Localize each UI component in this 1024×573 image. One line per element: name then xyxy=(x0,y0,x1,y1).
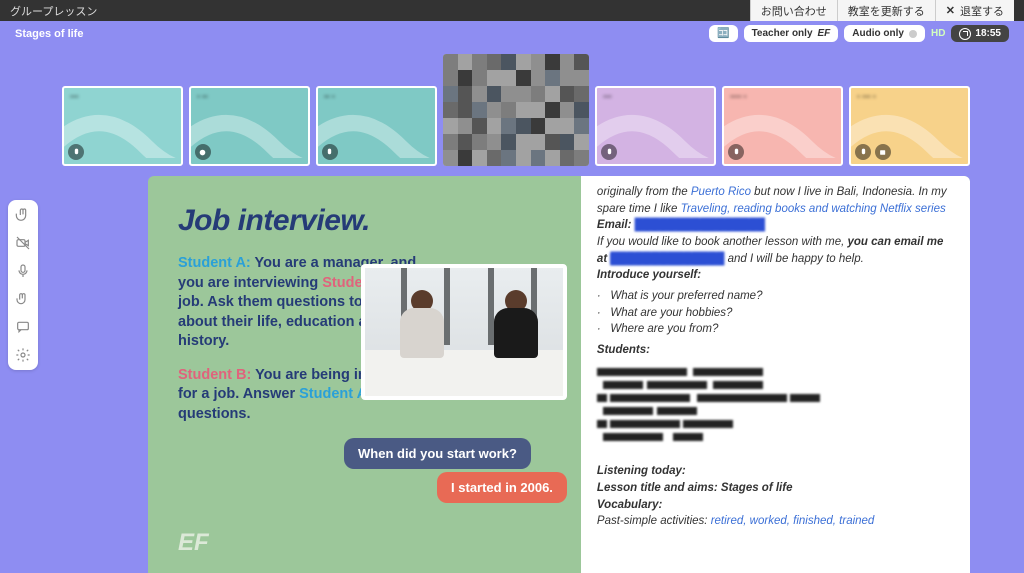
lesson-title: Stages of life xyxy=(15,28,83,40)
notes-questions: What is your preferred name? What are yo… xyxy=(597,288,954,338)
translate-toggle[interactable]: 🈁 xyxy=(709,25,737,42)
classroom-toolbar xyxy=(8,200,38,370)
settings-button[interactable] xyxy=(14,346,32,364)
ef-logo: EF xyxy=(178,529,209,557)
notes-introduce: Introduce yourself: xyxy=(597,267,954,284)
lesson-type-label: グループレッスン xyxy=(10,3,97,19)
translate-icon: 🈁 xyxy=(717,28,729,39)
participant-tile[interactable]: ▪ ▪▪ xyxy=(189,86,310,166)
lesson-timer: 18:55 xyxy=(951,25,1009,42)
participant-tile[interactable]: ▪▪▪ xyxy=(62,86,183,166)
mic-muted-icon xyxy=(855,144,871,160)
notes-lesson-title: Lesson title and aims: Stages of life xyxy=(597,480,954,497)
audio-only-toggle[interactable]: Audio only xyxy=(844,25,925,42)
mic-muted-icon xyxy=(68,144,84,160)
slide-image xyxy=(361,264,567,400)
camera-toggle-button[interactable] xyxy=(14,234,32,252)
chat-button[interactable] xyxy=(14,318,32,336)
mic-toggle-button[interactable] xyxy=(14,262,32,280)
notes-past-simple: Past-simple activities: retired, worked,… xyxy=(597,513,954,530)
reaction-button[interactable] xyxy=(14,290,32,308)
mic-muted-icon xyxy=(728,144,744,160)
mic-muted-icon xyxy=(195,144,211,160)
students-list xyxy=(597,365,954,441)
participant-tile[interactable]: ▪▪▪ xyxy=(595,86,716,166)
video-off-icon xyxy=(909,30,917,38)
app-topbar: グループレッスン お問い合わせ 教室を更新する ✕退室する xyxy=(0,0,1024,21)
close-icon: ✕ xyxy=(946,4,955,17)
refresh-classroom-button[interactable]: 教室を更新する xyxy=(837,0,935,21)
slide-title: Job interview. xyxy=(178,204,553,238)
notes-email: Email: ████████████████ xyxy=(597,217,954,234)
clock-icon xyxy=(959,28,971,40)
notes-students-label: Students: xyxy=(597,342,954,359)
hd-indicator: HD xyxy=(931,28,945,39)
lesson-header: Stages of life 🈁 Teacher only EF Audio o… xyxy=(0,21,1024,46)
exit-button[interactable]: ✕退室する xyxy=(935,0,1014,21)
ef-logo-small: EF xyxy=(818,28,831,39)
webcam-feed xyxy=(443,54,589,166)
mic-muted-icon xyxy=(322,144,338,160)
camera-off-icon xyxy=(875,144,891,160)
participants-strip: ▪▪▪ ▪ ▪▪ ▪▪ ▪ ▪▪▪ ▪▪▪▪ ▪ ▪ ▪▪▪ ▪ xyxy=(0,46,1024,174)
active-speaker-tile[interactable] xyxy=(443,54,589,166)
participant-tile[interactable]: ▪▪ ▪ xyxy=(316,86,437,166)
notes-vocab-label: Vocabulary: xyxy=(597,497,954,514)
notes-booking: If you would like to book another lesson… xyxy=(597,234,954,267)
lesson-stage: Job interview. Student A: You are a mana… xyxy=(148,176,970,573)
teacher-notes-panel[interactable]: originally from the Puerto Rico but now … xyxy=(581,176,970,573)
notes-listening: Listening today: xyxy=(597,463,954,480)
question-bubble: When did you start work? xyxy=(344,438,531,469)
answer-bubble: I started in 2006. xyxy=(437,472,567,503)
contact-button[interactable]: お問い合わせ xyxy=(750,0,837,21)
participant-tile[interactable]: ▪▪▪▪ ▪ xyxy=(722,86,843,166)
participant-tile[interactable]: ▪ ▪▪▪ ▪ xyxy=(849,86,970,166)
raise-hand-button[interactable] xyxy=(14,206,32,224)
teacher-only-toggle[interactable]: Teacher only EF xyxy=(744,25,839,42)
mic-muted-icon xyxy=(601,144,617,160)
lesson-slide: Job interview. Student A: You are a mana… xyxy=(148,176,581,573)
notes-intro: originally from the Puerto Rico but now … xyxy=(597,184,954,217)
